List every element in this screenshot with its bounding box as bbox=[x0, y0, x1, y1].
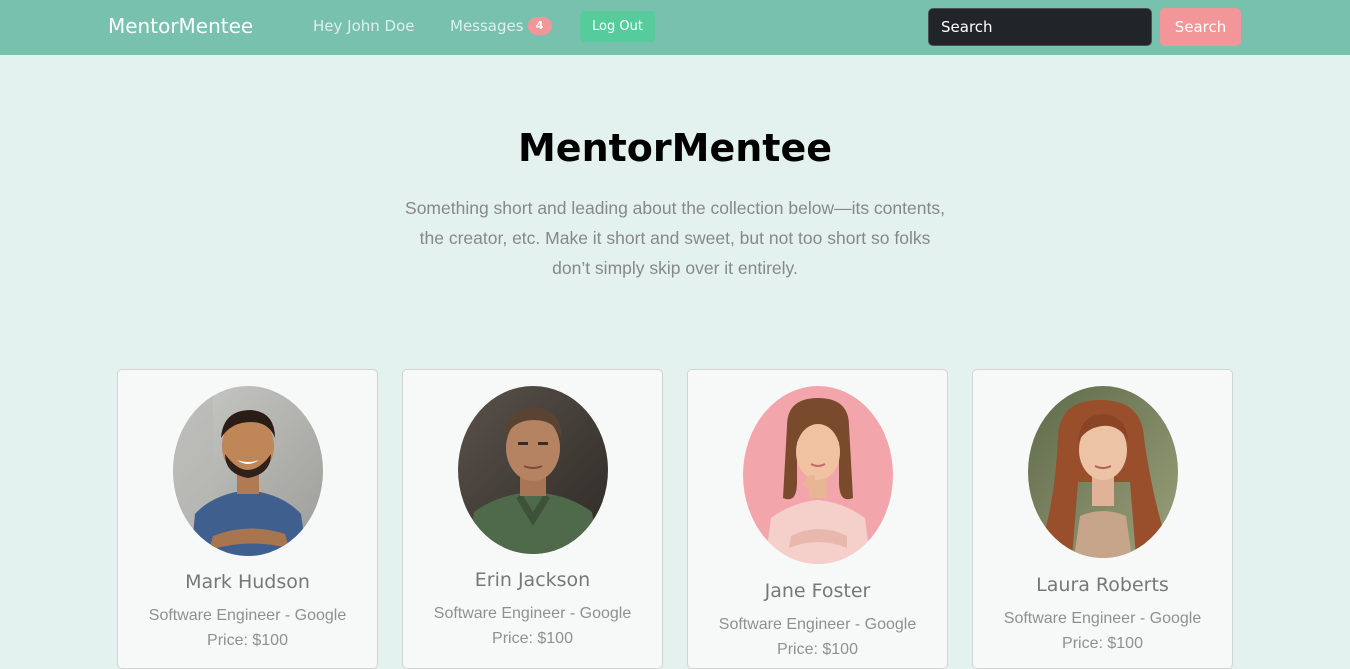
mentor-avatar bbox=[458, 386, 608, 554]
man-green-jacket-photo-icon bbox=[458, 386, 608, 554]
mentor-name: Erin Jackson bbox=[474, 569, 591, 591]
woman-red-hair-photo-icon bbox=[1028, 386, 1178, 558]
logout-button[interactable]: Log Out bbox=[580, 11, 655, 42]
mentor-card[interactable]: Mark Hudson Software Engineer - Google P… bbox=[117, 369, 378, 669]
mentor-role: Software Engineer - Google bbox=[433, 605, 632, 622]
brand-link[interactable]: MentorMentee bbox=[108, 14, 253, 38]
hero-lead-text: Something short and leading about the co… bbox=[405, 198, 945, 278]
search-input[interactable] bbox=[928, 8, 1152, 46]
mentor-card[interactable]: Jane Foster Software Engineer - Google P… bbox=[687, 369, 948, 669]
mentor-name: Mark Hudson bbox=[185, 571, 310, 593]
page-title: MentorMentee bbox=[517, 126, 832, 170]
mentor-avatar bbox=[743, 386, 893, 564]
mentor-price: Price: $100 bbox=[777, 641, 858, 658]
mentor-card[interactable]: Erin Jackson Software Engineer - Google … bbox=[402, 369, 663, 669]
messages-count-badge: 4 bbox=[527, 17, 552, 35]
nav-messages-link[interactable]: Messages 4 bbox=[450, 17, 552, 35]
nav-greeting-link[interactable]: Hey John Doe bbox=[313, 17, 415, 35]
navbar: MentorMentee Hey John Doe Messages 4 Log… bbox=[0, 0, 1350, 55]
woman-pink-background-photo-icon bbox=[743, 386, 893, 564]
mentor-avatar bbox=[1028, 386, 1178, 558]
man-smiling-photo-icon bbox=[173, 386, 323, 556]
mentor-card[interactable]: Laura Roberts Software Engineer - Google… bbox=[972, 369, 1233, 669]
mentor-price: Price: $100 bbox=[492, 630, 573, 647]
mentor-role: Software Engineer - Google bbox=[718, 616, 917, 633]
mentor-role: Software Engineer - Google bbox=[1003, 610, 1202, 627]
mentor-price: Price: $100 bbox=[1062, 635, 1143, 652]
mentor-name: Laura Roberts bbox=[1036, 574, 1169, 596]
mentor-role: Software Engineer - Google bbox=[148, 607, 347, 624]
mentor-price: Price: $100 bbox=[207, 632, 288, 649]
search-button[interactable]: Search bbox=[1160, 8, 1241, 46]
nav-messages-label: Messages bbox=[450, 17, 524, 35]
mentor-avatar bbox=[173, 386, 323, 556]
mentor-name: Jane Foster bbox=[764, 580, 871, 602]
